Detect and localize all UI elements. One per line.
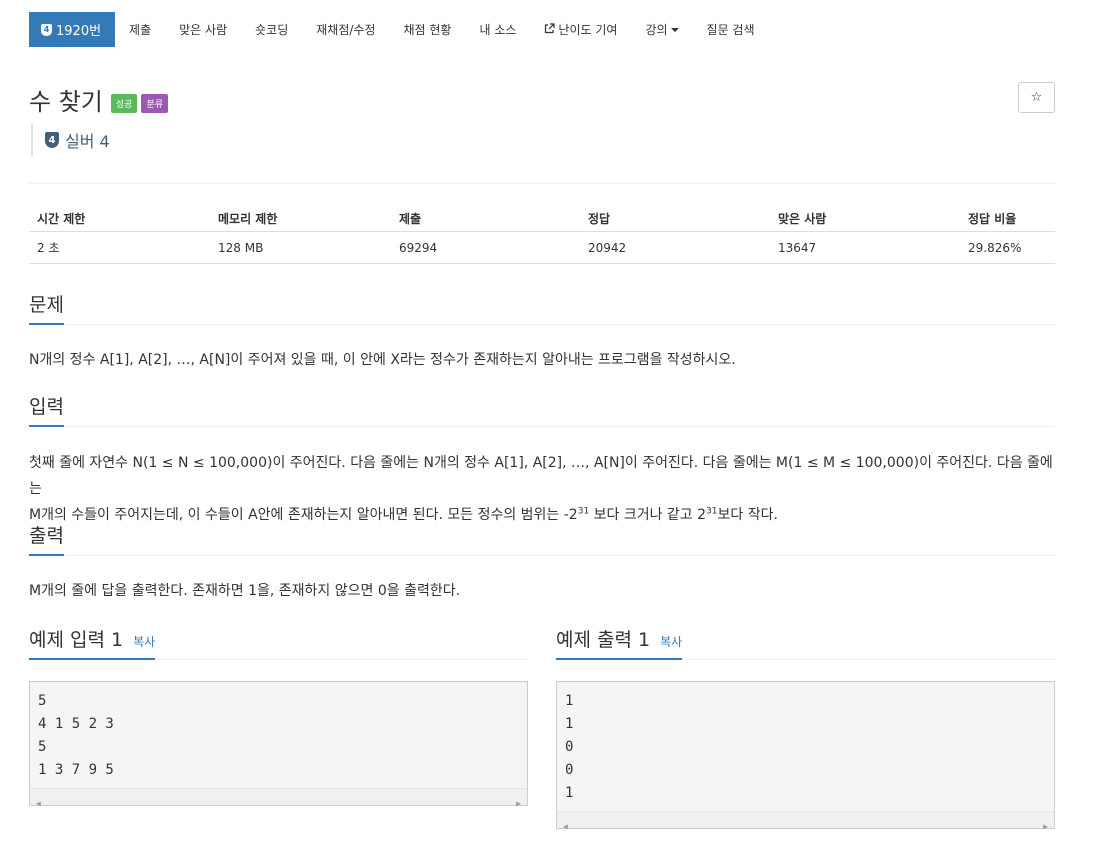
input-text-line-1: 첫째 줄에 자연수 N(1 ≤ N ≤ 100,000)이 주어진다. 다음 줄…: [29, 455, 1053, 497]
scroll-right-icon[interactable]: ▶: [516, 792, 521, 815]
divider: [29, 183, 1055, 184]
value-submissions: 69294: [391, 231, 580, 264]
exponent: 31: [577, 506, 590, 517]
example-output-header: 예제 출력 1 복사: [556, 625, 1055, 660]
header-memory-limit: 메모리 제한: [210, 205, 391, 232]
nav-status[interactable]: 채점 현황: [390, 12, 466, 47]
header-ratio: 정답 비율: [960, 205, 1055, 232]
label-success[interactable]: 성공: [110, 94, 138, 113]
section-output-header: 출력: [29, 521, 1055, 556]
scroll-right-icon[interactable]: ▶: [1043, 815, 1048, 838]
external-link-icon: [544, 22, 556, 37]
table-row: 2 초 128 MB 69294 20942 13647 29.826%: [29, 231, 1055, 264]
section-title: 출력: [29, 521, 64, 556]
output-description: M개의 줄에 답을 출력한다. 존재하면 1을, 존재하지 않으면 0을 출력한…: [29, 583, 461, 599]
horizontal-scrollbar[interactable]: ◀ ▶: [30, 788, 527, 808]
example-input-title: 예제 입력 1: [29, 629, 124, 651]
example-output-content: 1 1 0 0 1: [565, 693, 574, 801]
title-row: 수 찾기 성공 분류: [29, 82, 168, 117]
problem-description: N개의 정수 A[1], A[2], …, A[N]이 주어져 있을 때, 이 …: [29, 352, 736, 368]
problem-number-label: 1920번: [56, 24, 102, 39]
copy-output-button[interactable]: 복사: [660, 635, 682, 649]
header-accepted: 정답: [580, 205, 770, 232]
input-description: 첫째 줄에 자연수 N(1 ≤ N ≤ 100,000)이 주어진다. 다음 줄…: [29, 450, 1059, 528]
favorite-star-button[interactable]: ☆: [1018, 82, 1055, 113]
copy-input-button[interactable]: 복사: [133, 635, 155, 649]
section-title: 입력: [29, 392, 64, 427]
section-title: 문제: [29, 290, 64, 325]
value-time-limit: 2 초: [29, 231, 210, 264]
star-icon: ☆: [1030, 90, 1043, 105]
example-input-header: 예제 입력 1 복사: [29, 625, 527, 660]
label-category[interactable]: 분류: [141, 94, 168, 113]
value-memory-limit: 128 MB: [210, 231, 391, 264]
nav-problem-number[interactable]: 4 1920번: [29, 12, 116, 47]
scroll-left-icon[interactable]: ◀: [563, 815, 568, 838]
nav-short-coding[interactable]: 숏코딩: [241, 12, 302, 47]
nav-question-search[interactable]: 질문 검색: [693, 12, 769, 47]
tier-label: 실버 4: [65, 132, 110, 151]
example-output-box[interactable]: 1 1 0 0 1 ◀ ▶: [556, 681, 1055, 831]
nav-lecture-dropdown[interactable]: 강의: [631, 12, 692, 47]
nav-submit[interactable]: 제출: [115, 12, 165, 47]
example-input-box[interactable]: 5 4 1 5 2 3 5 1 3 7 9 5 ◀ ▶: [29, 681, 528, 808]
tier-icon: 4: [45, 132, 59, 148]
example-output-title: 예제 출력 1: [556, 629, 651, 651]
header-solved-users: 맞은 사람: [770, 205, 960, 232]
scroll-left-icon[interactable]: ◀: [36, 792, 41, 815]
problem-nav: 4 1920번 제출 맞은 사람 숏코딩 재채점/수정 채점 현황 내 소스 난…: [29, 12, 769, 47]
problem-title: 수 찾기: [29, 88, 103, 116]
problem-info-table: 시간 제한 메모리 제한 제출 정답 맞은 사람 정답 비율 2 초 128 M…: [29, 205, 1055, 264]
section-problem-header: 문제: [29, 290, 1055, 325]
caret-down-icon: [670, 27, 679, 32]
nav-accepted-users[interactable]: 맞은 사람: [165, 12, 241, 47]
value-solved-users: 13647: [770, 231, 960, 264]
exponent: 31: [706, 506, 718, 517]
tier-row: 4 실버 4: [31, 124, 110, 156]
table-header-row: 시간 제한 메모리 제한 제출 정답 맞은 사람 정답 비율: [29, 205, 1055, 232]
example-input-content: 5 4 1 5 2 3 5 1 3 7 9 5: [38, 693, 114, 778]
section-input-header: 입력: [29, 392, 1055, 427]
nav-rejudge[interactable]: 재채점/수정: [302, 12, 389, 47]
value-accepted: 20942: [580, 231, 770, 264]
value-ratio: 29.826%: [960, 231, 1055, 264]
tier-icon: 4: [41, 23, 52, 36]
header-submissions: 제출: [391, 205, 580, 232]
nav-my-source[interactable]: 내 소스: [465, 12, 530, 47]
nav-difficulty-contribute[interactable]: 난이도 기여: [530, 12, 631, 47]
header-time-limit: 시간 제한: [29, 205, 210, 232]
horizontal-scrollbar[interactable]: ◀ ▶: [557, 811, 1054, 831]
